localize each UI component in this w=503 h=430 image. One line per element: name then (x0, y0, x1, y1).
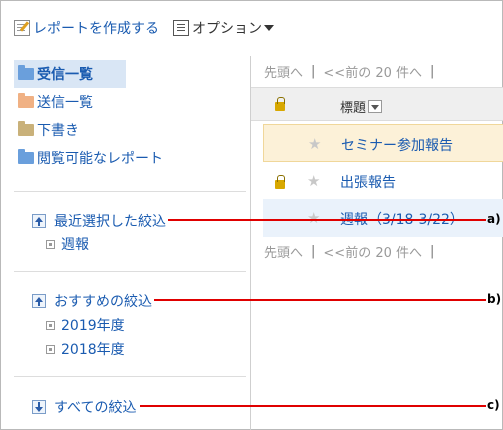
filter-item-label: 週報 (61, 237, 89, 253)
folder-icon (18, 93, 34, 108)
callout-line-a (168, 219, 486, 221)
create-report-link[interactable]: レポートを作成する (14, 18, 159, 38)
callout-line-b (154, 299, 486, 301)
bullet-icon (46, 344, 55, 354)
toolbar: レポートを作成する オプション (14, 17, 274, 39)
bullet-icon (46, 320, 55, 330)
folder-label: 閲覧可能なレポート (37, 151, 163, 167)
table-row[interactable]: ★ 出張報告 (263, 162, 503, 200)
callout-line-c (140, 405, 486, 407)
create-report-icon (14, 20, 30, 36)
pager-first-link[interactable]: 先頭へ (264, 242, 303, 261)
bullet-icon (46, 239, 55, 249)
divider (14, 191, 246, 192)
arrow-up-icon (32, 294, 46, 308)
chevron-down-icon (264, 25, 274, 31)
options-icon (173, 20, 189, 36)
filter-item-2018[interactable]: 2018年度 (46, 339, 125, 359)
filter-item-label: 2019年度 (61, 318, 125, 334)
star-icon[interactable]: ★ (307, 209, 320, 227)
folder-icon (18, 65, 34, 80)
pager-separator: | (311, 64, 316, 79)
row-title-link[interactable]: セミナー参加報告 (341, 135, 453, 155)
folder-icon (18, 121, 34, 136)
column-title-label: 標題 (340, 101, 367, 116)
pager-bottom: 先頭へ | <<前の 20 件へ | (264, 242, 442, 261)
callout-label-c: c) (487, 398, 500, 412)
filter-item-label: 2018年度 (61, 342, 125, 358)
callout-label-b: b) (487, 292, 502, 306)
row-title-link[interactable]: 出張報告 (340, 172, 396, 192)
folder-list: 受信一覧 送信一覧 下書き 閲覧可能なレポート (14, 60, 246, 172)
folder-label: 下書き (37, 123, 79, 139)
pager-separator: | (430, 64, 435, 79)
pager-prev-link[interactable]: <<前の 20 件へ (323, 242, 422, 261)
recent-filters-toggle[interactable]: 最近選択した絞込 (32, 211, 166, 231)
pager-first-link[interactable]: 先頭へ (264, 62, 303, 81)
divider (14, 271, 246, 272)
folder-viewable-reports[interactable]: 閲覧可能なレポート (14, 144, 246, 172)
pager-separator: | (430, 244, 435, 259)
folder-label: 受信一覧 (37, 67, 93, 83)
pager-top: 先頭へ | <<前の 20 件へ | (264, 62, 442, 81)
folder-sent[interactable]: 送信一覧 (14, 88, 246, 116)
divider (14, 376, 246, 377)
star-icon[interactable]: ★ (308, 135, 321, 153)
filter-item-2019[interactable]: 2019年度 (46, 315, 125, 335)
table-row[interactable]: ★ セミナー参加報告 (263, 124, 503, 162)
filter-item-weekly[interactable]: 週報 (46, 234, 89, 254)
arrow-down-icon (32, 400, 46, 414)
sort-dropdown-icon[interactable] (368, 100, 383, 113)
folder-label: 送信一覧 (37, 95, 93, 111)
column-title[interactable]: 標題 (340, 97, 383, 116)
folder-drafts[interactable]: 下書き (14, 116, 246, 144)
lock-icon (275, 175, 285, 189)
callout-label-a: a) (487, 212, 501, 226)
options-menu[interactable]: オプション (173, 18, 274, 38)
table-row[interactable]: ★ 週報（3/18-3/22） (263, 199, 503, 237)
all-filters-toggle[interactable]: すべての絞込 (32, 397, 136, 417)
options-label: オプション (192, 21, 262, 37)
star-icon[interactable]: ★ (307, 172, 320, 190)
folder-icon (18, 149, 34, 164)
create-report-label: レポートを作成する (33, 21, 159, 37)
all-filters-label: すべての絞込 (54, 400, 137, 416)
folder-inbox[interactable]: 受信一覧 (14, 60, 126, 88)
recommended-filters-toggle[interactable]: おすすめの絞込 (32, 291, 152, 311)
lock-icon (275, 97, 285, 111)
pager-separator: | (311, 244, 316, 259)
recommended-filters-label: おすすめの絞込 (54, 294, 152, 310)
recent-filters-label: 最近選択した絞込 (54, 214, 166, 230)
arrow-up-icon (32, 214, 46, 228)
pager-prev-link[interactable]: <<前の 20 件へ (323, 62, 422, 81)
